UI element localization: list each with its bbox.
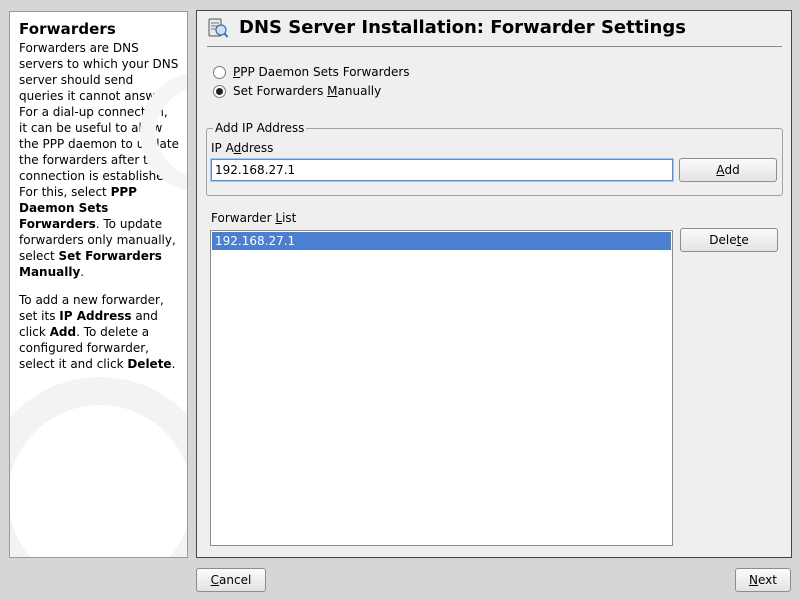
radio-indicator[interactable] bbox=[213, 65, 226, 79]
set-manually-radio[interactable]: Set Forwarders Manually bbox=[213, 82, 381, 100]
next-button[interactable]: Next bbox=[735, 568, 791, 592]
add-ip-address-legend: Add IP Address bbox=[213, 121, 307, 135]
forwarder-list[interactable]: 192.168.27.1 bbox=[210, 230, 673, 546]
add-ip-address-group: Add IP Address IP Address 192.168.27.1 A… bbox=[206, 121, 783, 196]
ip-address-input[interactable]: 192.168.27.1 bbox=[211, 159, 673, 181]
add-button[interactable]: Add bbox=[679, 158, 777, 182]
page-title: DNS Server Installation: Forwarder Setti… bbox=[239, 17, 686, 38]
ppp-daemon-radio-label: PPP Daemon Sets Forwarders bbox=[233, 65, 410, 79]
help-paragraph-2: To add a new forwarder, set its IP Addre… bbox=[19, 293, 176, 371]
help-paragraph-1: Forwarders are DNS servers to which your… bbox=[19, 41, 179, 279]
title-divider bbox=[207, 46, 782, 47]
dns-server-icon bbox=[208, 18, 229, 38]
ip-address-label: IP Address bbox=[211, 141, 274, 155]
delete-button[interactable]: Dele t e bbox=[680, 228, 778, 252]
background-swirl-decoration bbox=[10, 377, 187, 557]
forwarder-list-label: Forwarder List bbox=[211, 211, 297, 225]
ppp-daemon-radio[interactable]: PPP Daemon Sets Forwarders bbox=[213, 63, 410, 81]
help-title: Forwarders bbox=[19, 20, 116, 38]
radio-indicator[interactable] bbox=[213, 84, 226, 98]
main-panel: DNS Server Installation: Forwarder Setti… bbox=[196, 10, 792, 558]
cancel-button[interactable]: Cancel bbox=[196, 568, 266, 592]
set-manually-radio-label: Set Forwarders Manually bbox=[233, 84, 382, 98]
help-panel: Forwarders Forwarders are DNS servers to… bbox=[9, 11, 188, 558]
list-item[interactable]: 192.168.27.1 bbox=[212, 232, 671, 250]
